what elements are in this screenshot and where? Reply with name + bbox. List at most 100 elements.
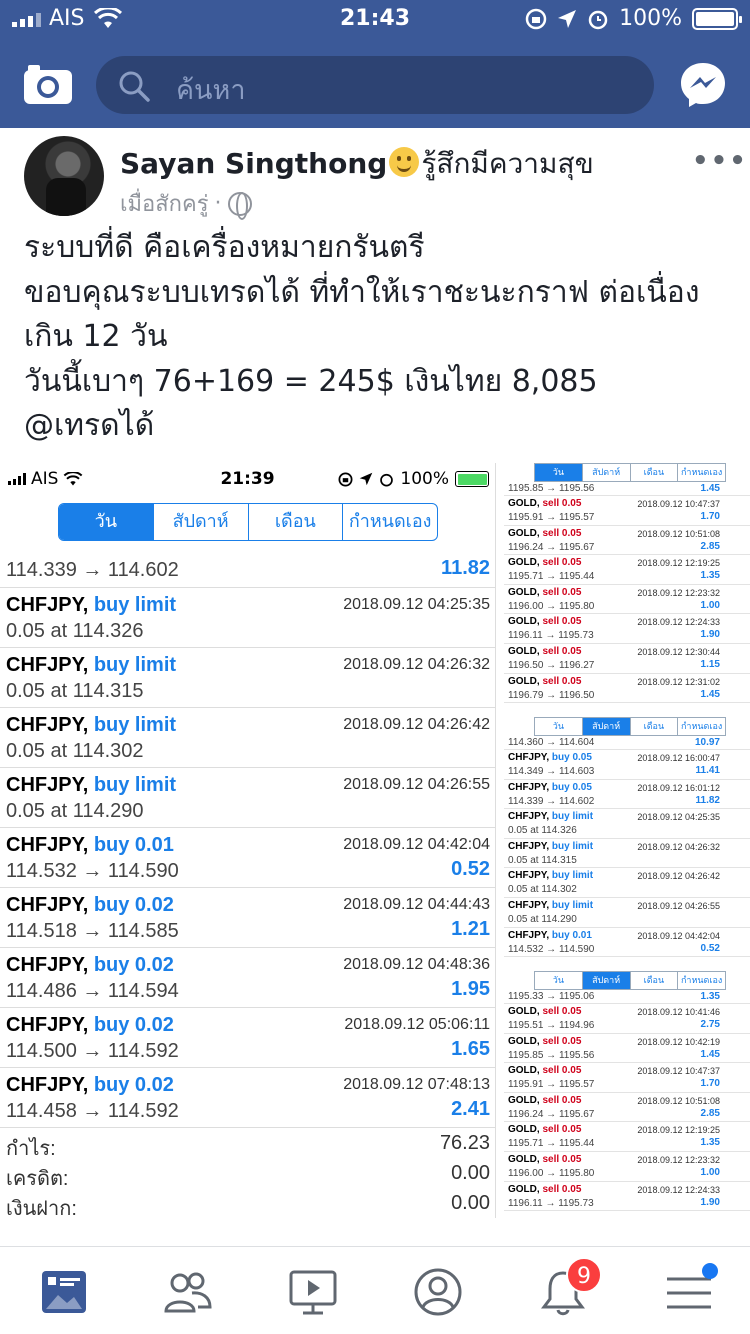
- trade-symbol: GOLD,: [508, 1153, 540, 1165]
- summary-row: เงินฝาก: 0.00: [0, 1188, 495, 1218]
- friends-icon[interactable]: [162, 1267, 212, 1317]
- table-row[interactable]: 114.339 → 114.602 11.82: [0, 551, 495, 588]
- profile-icon[interactable]: [413, 1267, 463, 1317]
- table-row[interactable]: 114.360 → 114.604 10.97: [504, 736, 750, 750]
- trade-datetime: 2018.09.12 12:23:32: [637, 587, 720, 598]
- location-icon: [558, 9, 577, 28]
- trade-symbol: CHFJPY,: [508, 870, 550, 882]
- trade-symbol-line: CHFJPY, buy 0.01: [6, 834, 174, 857]
- battery-icon: [455, 471, 489, 487]
- search-placeholder: ค้นหา: [176, 75, 246, 106]
- table-row[interactable]: CHFJPY, buy limit 2018.09.12 04:26:32 0.05…: [0, 648, 495, 708]
- trade-datetime: 2018.09.12 12:24:33: [637, 1184, 720, 1195]
- trade-action: buy limit: [551, 870, 594, 882]
- trade-action: buy 0.05: [551, 752, 592, 763]
- period-tab[interactable]: เดือน: [629, 718, 678, 735]
- history-screenshot-gold-2[interactable]: วัน สัปดาห์ เดือน กำหนดเอง 1195.33 → 1195.06…: [504, 971, 750, 1218]
- table-row[interactable]: GOLD, sell 0.05 2018.09.12 12:31:02 1196.7…: [504, 674, 750, 704]
- history-screenshot-chfjpy[interactable]: วัน สัปดาห์ เดือน กำหนดเอง 114.360 → 114.604…: [504, 717, 750, 967]
- tab-week[interactable]: สัปดาห์: [152, 504, 248, 540]
- table-row[interactable]: CHFJPY, buy limit 2018.09.12 04:26:42 0.05…: [504, 868, 750, 898]
- avatar[interactable]: [24, 136, 104, 216]
- trade-symbol: CHFJPY,: [508, 840, 550, 852]
- tab-month[interactable]: เดือน: [247, 504, 343, 540]
- table-row[interactable]: CHFJPY, buy limit 2018.09.12 04:26:55 0.05…: [504, 898, 750, 928]
- post-author-line: Sayan Singthong รู้สึกมีความสุข: [120, 142, 594, 186]
- table-row[interactable]: GOLD, sell 0.05 2018.09.12 10:41:46 1195.5…: [504, 1004, 750, 1034]
- table-row[interactable]: CHFJPY, buy 0.01 2018.09.12 04:42:04 114.5…: [0, 828, 495, 888]
- post-line[interactable]: @เทรดได้: [24, 404, 734, 449]
- table-row[interactable]: CHFJPY, buy limit 2018.09.12 04:26:42 0.05…: [0, 708, 495, 768]
- period-tab[interactable]: กำหนดเอง: [677, 718, 725, 735]
- table-row[interactable]: CHFJPY, buy limit 2018.09.12 04:25:35 0.05…: [0, 588, 495, 648]
- table-row[interactable]: GOLD, sell 0.05 2018.09.12 10:51:08 1196.2…: [504, 526, 750, 556]
- watch-icon[interactable]: [288, 1267, 338, 1317]
- trade-prices: 1195.71 → 1195.44: [508, 1138, 595, 1150]
- post-photos[interactable]: AIS 21:39 100% วัน สัปดาห์ เดือน กำหนดเอ…: [0, 463, 750, 1218]
- trade-action: sell 0.05: [542, 498, 582, 509]
- history-screenshot-main[interactable]: AIS 21:39 100% วัน สัปดาห์ เดือน กำหนดเอ…: [0, 463, 496, 1218]
- table-row[interactable]: GOLD, sell 0.05 2018.09.12 10:47:37 1195.9…: [504, 1063, 750, 1093]
- camera-icon[interactable]: [22, 62, 74, 106]
- table-row[interactable]: CHFJPY, buy 0.05 2018.09.12 16:01:12 114.3…: [504, 780, 750, 810]
- period-segmented-control: วัน สัปดาห์ เดือน กำหนดเอง: [534, 971, 726, 990]
- news-feed-icon[interactable]: [40, 1267, 90, 1317]
- period-tab[interactable]: กำหนดเอง: [677, 464, 725, 481]
- table-row[interactable]: 1195.85 → 1195.56 1.45: [504, 482, 750, 496]
- post-line: ขอบคุณระบบเทรดได้ ที่ทำให้เราชะนะกราฟ ต่…: [24, 274, 700, 310]
- trade-action: buy 0.02: [93, 1074, 174, 1096]
- period-tab[interactable]: กำหนดเอง: [677, 972, 725, 989]
- tab-day[interactable]: วัน: [59, 504, 153, 540]
- table-row[interactable]: GOLD, sell 0.05 2018.09.12 12:30:44 1196.5…: [504, 644, 750, 674]
- table-row[interactable]: CHFJPY, buy 0.05 2018.09.12 16:00:47 114.3…: [504, 750, 750, 780]
- trade-symbol-line: CHFJPY, buy limit: [6, 594, 176, 617]
- trade-profit: 1.65: [451, 1038, 490, 1060]
- table-row[interactable]: GOLD, sell 0.05 2018.09.12 12:24:33 1196.1…: [504, 614, 750, 644]
- tab-custom[interactable]: กำหนดเอง: [342, 504, 437, 540]
- table-row[interactable]: CHFJPY, buy limit 2018.09.12 04:25:35 0.05…: [504, 809, 750, 839]
- table-row[interactable]: GOLD, sell 0.05 2018.09.12 12:24:33 1196.1…: [504, 1182, 750, 1212]
- table-row[interactable]: CHFJPY, buy 0.01 2018.09.12 04:42:04 114.5…: [504, 928, 750, 958]
- period-tab[interactable]: วัน: [535, 972, 582, 989]
- trade-action: buy 0.02: [93, 954, 174, 976]
- battery-icon: [692, 7, 742, 30]
- table-row[interactable]: 1195.33 → 1195.06 1.35: [504, 990, 750, 1004]
- trade-action: buy limit: [551, 840, 594, 852]
- table-row[interactable]: CHFJPY, buy 0.02 2018.09.12 04:48:36 114.4…: [0, 948, 495, 1008]
- messenger-icon[interactable]: [678, 60, 728, 110]
- period-tab[interactable]: สัปดาห์: [581, 718, 630, 735]
- trade-symbol: CHFJPY,: [508, 811, 550, 823]
- period-tab[interactable]: เดือน: [629, 972, 678, 989]
- trade-profit: 1.45: [700, 688, 720, 700]
- table-row[interactable]: GOLD, sell 0.05 2018.09.12 10:47:37 1195.9…: [504, 496, 750, 526]
- trade-prices: 114.349 → 114.603: [508, 766, 595, 777]
- trade-datetime: 2018.09.12 04:42:04: [343, 836, 490, 853]
- post-time[interactable]: เมื่อสักครู่: [120, 186, 209, 221]
- table-row[interactable]: GOLD, sell 0.05 2018.09.12 12:23:32 1196.0…: [504, 1152, 750, 1182]
- history-screenshot-gold-1[interactable]: วัน สัปดาห์ เดือน กำหนดเอง 1195.85 → 1195.56…: [504, 463, 750, 713]
- post-author-name[interactable]: Sayan Singthong: [120, 147, 387, 180]
- search-input[interactable]: ค้นหา: [96, 56, 654, 114]
- table-row[interactable]: CHFJPY, buy limit 2018.09.12 04:26:32 0.05…: [504, 839, 750, 869]
- trade-profit: 1.35: [700, 570, 720, 582]
- period-tab[interactable]: เดือน: [629, 464, 678, 481]
- table-row[interactable]: GOLD, sell 0.05 2018.09.12 12:19:25 1195.7…: [504, 1122, 750, 1152]
- period-tab[interactable]: วัน: [535, 718, 582, 735]
- trade-prices: 114.500 → 114.592: [6, 1040, 179, 1062]
- table-row[interactable]: GOLD, sell 0.05 2018.09.12 10:51:08 1196.2…: [504, 1093, 750, 1123]
- period-tab[interactable]: สัปดาห์: [581, 464, 630, 481]
- period-tab[interactable]: สัปดาห์: [581, 972, 630, 989]
- table-row[interactable]: CHFJPY, buy limit 2018.09.12 04:26:55 0.05…: [0, 768, 495, 828]
- alarm-icon: [588, 10, 608, 29]
- trade-action: sell 0.05: [542, 1124, 582, 1136]
- more-options-button[interactable]: •••: [692, 146, 748, 176]
- table-row[interactable]: CHFJPY, buy 0.02 2018.09.12 05:06:11 114.5…: [0, 1008, 495, 1068]
- trade-symbol-line: CHFJPY, buy 0.05: [508, 782, 592, 793]
- table-row[interactable]: GOLD, sell 0.05 2018.09.12 10:42:19 1195.8…: [504, 1034, 750, 1064]
- period-tab[interactable]: วัน: [535, 464, 582, 481]
- trade-profit: 11.82: [695, 794, 720, 806]
- table-row[interactable]: CHFJPY, buy 0.02 2018.09.12 04:44:43 114.5…: [0, 888, 495, 948]
- table-row[interactable]: GOLD, sell 0.05 2018.09.12 12:23:32 1196.0…: [504, 585, 750, 615]
- table-row[interactable]: GOLD, sell 0.05 2018.09.12 12:19:25 1195.7…: [504, 555, 750, 585]
- table-row[interactable]: CHFJPY, buy 0.02 2018.09.12 07:48:13 114.4…: [0, 1068, 495, 1128]
